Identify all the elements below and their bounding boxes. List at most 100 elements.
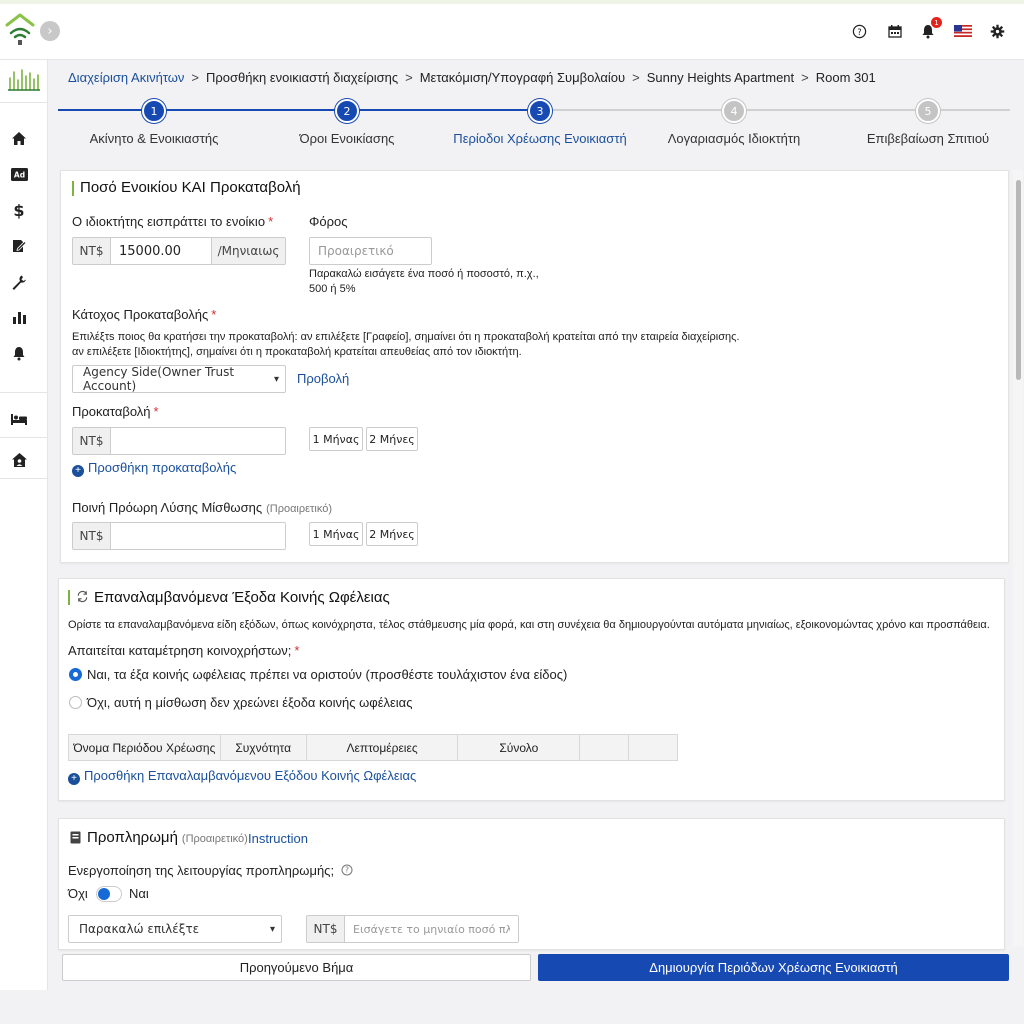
sidebar-item-contracts[interactable] <box>8 235 30 257</box>
sidebar-item-ads[interactable]: Ad <box>8 163 30 185</box>
rent-currency-addon: NT$ <box>73 238 111 264</box>
deposit-label-text: Προκαταβολή <box>72 404 151 419</box>
create-billing-periods-button[interactable]: Δημιουργία Περιόδων Χρέωσης Ενοικιαστή <box>538 954 1009 981</box>
penalty-currency-addon: NT$ <box>73 523 111 549</box>
prepayment-title-text: Προπληρωμή <box>87 829 178 846</box>
home-icon <box>12 131 26 145</box>
previous-step-button[interactable]: Προηγούμενο Βήμα <box>62 954 531 981</box>
breadcrumb: Διαχείριση Ακινήτων > Προσθήκη ενοικιαστή … <box>68 70 876 85</box>
calendar-icon[interactable] <box>886 22 904 40</box>
sidebar-item-rooms[interactable] <box>8 408 30 430</box>
house-user-icon <box>11 453 27 467</box>
step-1-label[interactable]: Ακίνητο & Ενοικιαστής <box>90 131 219 146</box>
breadcrumb-item-property-management[interactable]: Διαχείριση Ακινήτων <box>68 70 184 85</box>
tax-input[interactable] <box>309 237 432 265</box>
utilities-no-label[interactable]: Όχι, αυτή η μίσθωση δεν χρεώνει έξοδα κο… <box>87 695 412 710</box>
deposit-amount-input[interactable] <box>111 428 285 454</box>
penalty-one-month-button[interactable]: 1 Μήνας <box>309 522 363 546</box>
us-flag-icon[interactable] <box>953 22 973 40</box>
breadcrumb-item-building: Sunny Heights Apartment <box>646 70 795 85</box>
add-deposit-link[interactable]: + Προσθήκη προκαταβολής <box>72 460 236 477</box>
step-5-circle[interactable]: 5 <box>916 99 940 123</box>
step-5-label[interactable]: Επιβεβαίωση Σπιτιού <box>867 131 989 146</box>
early-termination-label-text: Ποινή Πρόωρη Λύσης Μίσθωσης <box>72 500 263 515</box>
settings-gear-icon[interactable] <box>988 22 1006 40</box>
utilities-no-radio[interactable] <box>69 696 82 709</box>
tax-label: Φόρος <box>309 214 348 229</box>
dollar-icon: $ <box>13 200 25 220</box>
utilities-table: Όνομα Περιόδου Χρέωσης Συχνότητα Λεπτομέ… <box>68 734 678 761</box>
step-4-label[interactable]: Λογαριασμός Ιδιοκτήτη <box>668 131 801 146</box>
svg-text:?: ? <box>345 866 349 875</box>
breadcrumb-separator: > <box>405 70 413 85</box>
prepayment-enable-label-text: Ενεργοποίηση της λειτουργίας προπληρωμής… <box>68 863 335 878</box>
sidebar-divider <box>0 102 48 103</box>
add-recurring-utility-link[interactable]: + Προσθήκη Επαναλαμβανόμενου Εξόδου Κοινή… <box>68 768 416 785</box>
sidebar-item-reports[interactable] <box>8 306 30 328</box>
step-4-circle[interactable]: 4 <box>722 99 746 123</box>
chevron-down-icon: ▾ <box>273 373 279 385</box>
optional-tag: (Προαιρετικό) <box>266 503 332 515</box>
penalty-amount-input[interactable] <box>111 523 285 549</box>
plus-circle-icon: + <box>68 772 80 785</box>
deposit-input-group: NT$ <box>72 427 286 455</box>
breadcrumb-item-move-in: Μετακόμιση/Υπογραφή Συμβολαίου <box>419 70 626 85</box>
step-1-circle[interactable]: 1 <box>142 99 166 123</box>
help-icon[interactable]: ? <box>850 22 868 40</box>
prepayment-enable-label: Ενεργοποίηση της λειτουργίας προπληρωμής… <box>68 863 353 878</box>
penalty-two-months-button[interactable]: 2 Μήνες <box>366 522 418 546</box>
sidebar-divider <box>0 437 48 438</box>
view-link[interactable]: Προβολή <box>297 371 349 386</box>
sidebar-item-maintenance[interactable] <box>8 271 30 293</box>
prepayment-currency-addon: NT$ <box>307 916 345 942</box>
instruction-link[interactable]: Instruction <box>248 831 308 846</box>
utilities-description: Ορίστε τα επαναλαμβανόμενα είδη εξόδων, … <box>68 619 990 631</box>
column-header-blank <box>628 734 678 761</box>
sidebar-item-notifications[interactable] <box>8 342 30 364</box>
bar-chart-icon <box>12 312 26 324</box>
prepayment-toggle[interactable] <box>96 886 122 902</box>
sidebar-item-finance[interactable]: $ <box>8 199 30 221</box>
utilities-question: Απαιτείται καταμέτρηση κοινοχρήστων; * <box>68 643 299 658</box>
prepayment-yes-label: Ναι <box>129 886 149 901</box>
prepayment-amount-input[interactable] <box>345 916 518 942</box>
section-accent-bar <box>68 590 70 605</box>
rent-amount-input[interactable] <box>111 238 211 264</box>
deposit-currency-addon: NT$ <box>73 428 111 454</box>
brand-logo-icon[interactable] <box>4 12 36 48</box>
step-3-label[interactable]: Περίοδοι Χρέωσης Ενοικιαστή <box>453 131 626 146</box>
breadcrumb-separator: > <box>191 70 200 85</box>
scrollbar-thumb[interactable] <box>1016 180 1021 380</box>
deposit-holder-select[interactable]: Agency Side(Owner Trust Account) ▾ <box>72 365 286 393</box>
step-3-circle[interactable]: 3 <box>528 99 552 123</box>
sidebar-item-tenant-home[interactable] <box>8 449 30 471</box>
utilities-yes-label[interactable]: Ναι, τα έξα κοινής ωφέλειας πρέπει να ορ… <box>87 667 567 682</box>
column-header-details: Λεπτομέρειες <box>305 734 459 761</box>
rent-period-addon: /Μηνιαιως <box>211 238 285 264</box>
help-circle-icon[interactable]: ? <box>341 864 353 876</box>
sidebar-brand-icon <box>6 64 42 94</box>
optional-tag: (Προαιρετικό) <box>181 833 248 845</box>
sidebar-item-home[interactable] <box>8 127 30 149</box>
step-2-label[interactable]: Όροι Ενοικίασης <box>300 131 395 146</box>
svg-text:?: ? <box>857 26 861 36</box>
step-2-circle[interactable]: 2 <box>335 99 359 123</box>
breadcrumb-item-add-tenant: Προσθήκη ενοικιαστή διαχείρισης <box>206 70 399 85</box>
column-header-frequency: Συχνότητα <box>219 734 307 761</box>
tax-hint: Παρακαλώ εισάγετε ένα ποσό ή ποσοστό, π.… <box>309 268 539 295</box>
notification-bell-icon[interactable]: 1 <box>919 17 942 40</box>
utilities-question-text: Απαιτείται καταμέτρηση κοινοχρήστων; <box>68 643 292 658</box>
chevron-right-icon: › <box>47 23 53 39</box>
refresh-icon <box>76 590 90 604</box>
wrench-icon <box>12 275 26 290</box>
deposit-holder-select-value: Agency Side(Owner Trust Account) <box>83 365 235 393</box>
utilities-yes-radio[interactable] <box>69 668 82 681</box>
deposit-two-months-button[interactable]: 2 Μήνες <box>366 427 418 451</box>
sidebar-toggle-button[interactable]: › <box>40 21 60 41</box>
top-bar-accent <box>0 0 1024 4</box>
deposit-one-month-button[interactable]: 1 Μήνας <box>309 427 363 451</box>
column-header-blank <box>579 734 630 761</box>
required-marker: * <box>153 404 159 419</box>
prepayment-select[interactable]: Παρακαλώ επιλέξτε ▾ <box>68 915 282 943</box>
sidebar-divider <box>0 478 48 479</box>
